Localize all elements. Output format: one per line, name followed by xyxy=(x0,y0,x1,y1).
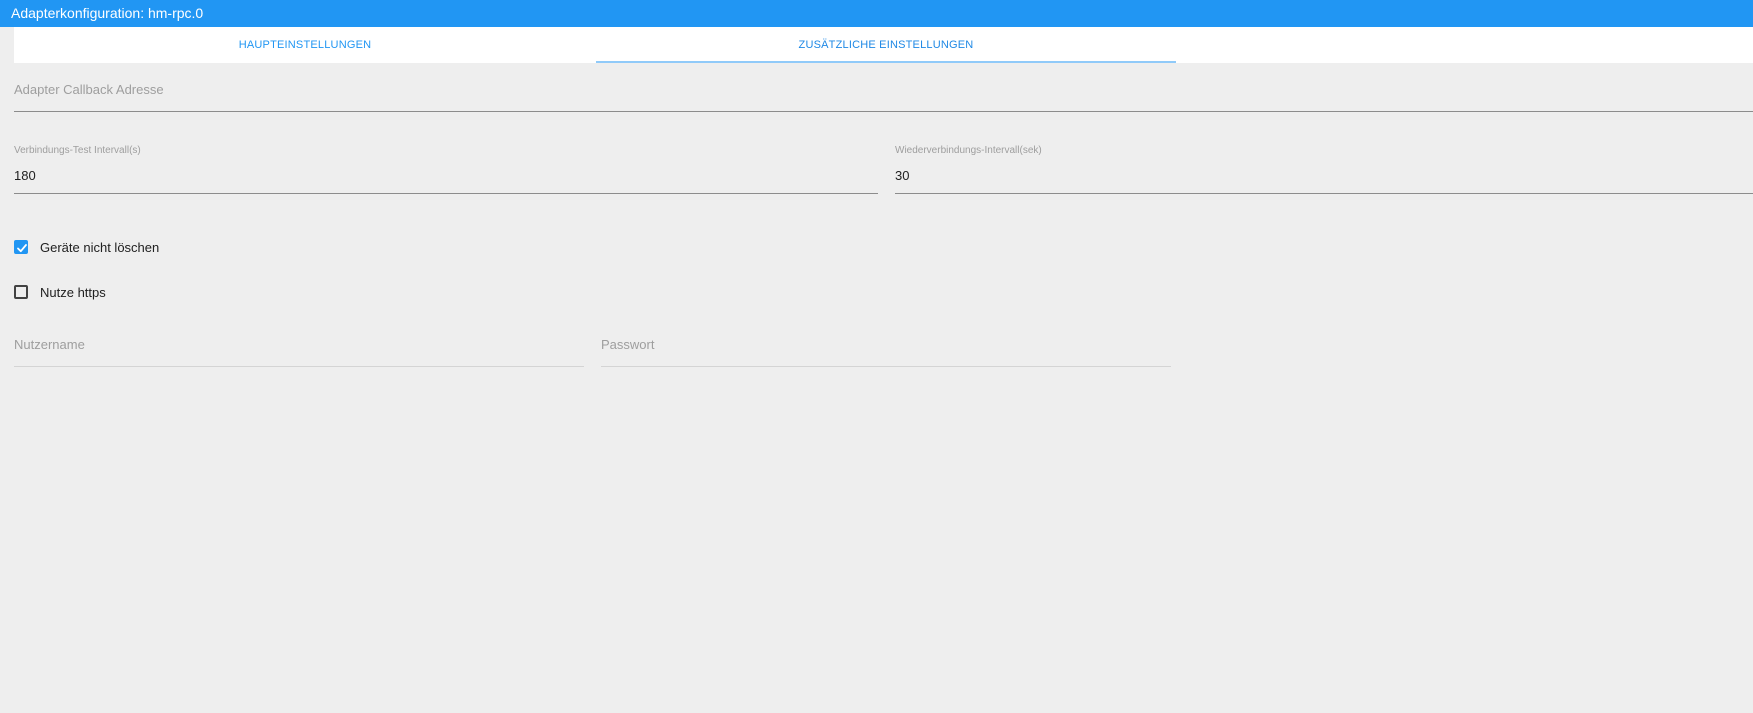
test-interval-field[interactable]: Verbindungs-Test Intervall(s) 180 xyxy=(14,143,878,194)
use-https-checkbox-row[interactable]: Nutze https xyxy=(14,282,106,302)
dont-delete-devices-checkbox-row[interactable]: Geräte nicht löschen xyxy=(14,237,159,257)
checkmark-icon xyxy=(17,244,27,253)
username-field[interactable]: Nutzername xyxy=(14,331,584,367)
username-underline xyxy=(14,366,584,367)
dont-delete-devices-label: Geräte nicht löschen xyxy=(40,239,160,255)
callback-address-placeholder: Adapter Callback Adresse xyxy=(14,82,164,97)
use-https-label: Nutze https xyxy=(40,284,106,300)
test-interval-label: Verbindungs-Test Intervall(s) xyxy=(14,145,141,156)
password-field[interactable]: Passwort xyxy=(601,331,1171,367)
tab-main-settings[interactable]: HAUPTEINSTELLUNGEN xyxy=(14,27,596,63)
reconnect-interval-input[interactable]: 30 xyxy=(895,168,909,183)
callback-address-field[interactable]: Adapter Callback Adresse xyxy=(14,76,1753,112)
reconnect-interval-underline xyxy=(895,193,1753,194)
callback-address-underline xyxy=(14,111,1753,112)
active-tab-indicator xyxy=(596,61,1176,63)
reconnect-interval-label: Wiederverbindungs-Intervall(sek) xyxy=(895,145,1042,156)
password-placeholder: Passwort xyxy=(601,337,655,352)
use-https-checkbox[interactable] xyxy=(14,285,28,299)
reconnect-interval-field[interactable]: Wiederverbindungs-Intervall(sek) 30 xyxy=(895,143,1753,194)
dont-delete-devices-checkbox[interactable] xyxy=(14,240,28,254)
tab-additional-settings[interactable]: ZUSÄTZLICHE EINSTELLUNGEN xyxy=(596,27,1176,63)
tab-bar: HAUPTEINSTELLUNGEN ZUSÄTZLICHE EINSTELLU… xyxy=(14,27,1753,63)
password-underline xyxy=(601,366,1171,367)
username-placeholder: Nutzername xyxy=(14,337,85,352)
window-title-bar: Adapterkonfiguration: hm-rpc.0 xyxy=(0,0,1753,27)
test-interval-input[interactable]: 180 xyxy=(14,168,36,183)
test-interval-underline xyxy=(14,193,878,194)
window-title: Adapterkonfiguration: hm-rpc.0 xyxy=(11,5,204,21)
